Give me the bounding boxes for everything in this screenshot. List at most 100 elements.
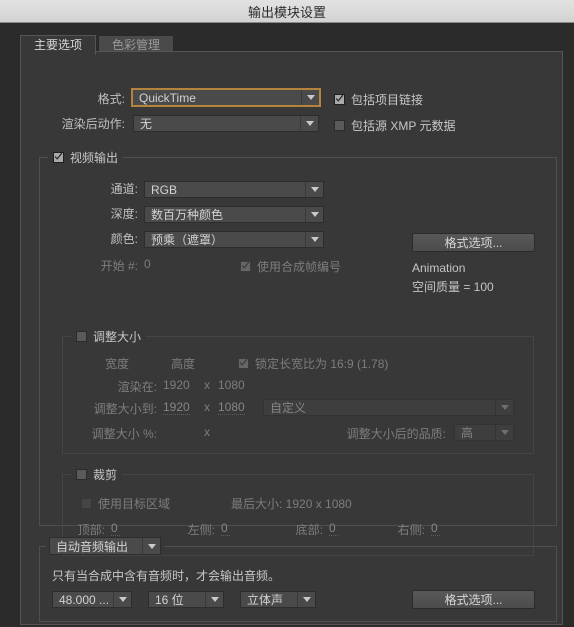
include-project-link-checkbox[interactable] xyxy=(334,94,345,105)
video-format-options-button[interactable]: 格式选项... xyxy=(412,233,535,252)
main-options-panel: 格式: QuickTime 包括项目链接 渲染后动作: 无 包括源 XMP 元数… xyxy=(20,51,563,625)
resize-to-height[interactable]: 1080 xyxy=(218,400,245,415)
crop-left-value[interactable]: 0 xyxy=(221,521,230,536)
depth-label: 深度: xyxy=(110,207,138,221)
audio-output-group: 自动音频输出 只有当合成中含有音频时，才会输出音频。 48.000 ... 16… xyxy=(39,537,557,622)
render-at-label: 渲染在: xyxy=(117,380,157,394)
audio-bit-depth-dropdown[interactable]: 16 位 xyxy=(148,591,224,608)
video-output-group: 视频输出 通道: RGB 深度: 数百万种颜色 颜色: 预乘（遮罩） 开始 #:… xyxy=(39,150,557,556)
resize-quality-value: 高 xyxy=(461,426,474,440)
resize-group: 调整大小 宽度 高度 锁定长宽比为 16:9 (1.78) 渲染在: 1920 … xyxy=(62,329,534,454)
use-target-region-checkbox[interactable] xyxy=(81,498,92,509)
start-frame-value[interactable]: 0 xyxy=(144,257,151,271)
crop-left-label: 左侧: xyxy=(187,523,215,537)
render-at-row: 渲染在: 1920 x 1080 xyxy=(63,378,533,394)
resize-preset-value: 自定义 xyxy=(270,401,307,415)
resize-to-label: 调整大小到: xyxy=(93,402,157,416)
include-xmp-row[interactable]: 包括源 XMP 元数据 xyxy=(334,117,455,134)
chevron-down-icon xyxy=(205,592,223,607)
video-output-legend-label: 视频输出 xyxy=(70,150,119,165)
include-xmp-label: 包括源 XMP 元数据 xyxy=(351,119,456,133)
crop-top-value[interactable]: 0 xyxy=(111,521,120,536)
depth-dropdown[interactable]: 数百万种颜色 xyxy=(144,206,324,223)
crop-top-label: 顶部: xyxy=(77,523,105,537)
video-format-options-label: 格式选项... xyxy=(444,236,503,250)
chevron-down-icon xyxy=(305,182,323,197)
render-at-width: 1920 xyxy=(163,378,190,392)
include-project-link-row[interactable]: 包括项目链接 xyxy=(334,91,423,108)
resize-percent-separator: x xyxy=(204,425,210,439)
depth-row: 深度: 数百万种颜色 xyxy=(40,205,556,224)
audio-format-options-label: 格式选项... xyxy=(444,593,503,607)
audio-output-mode-dropdown[interactable]: 自动音频输出 xyxy=(49,537,161,555)
crop-right-value[interactable]: 0 xyxy=(431,521,440,536)
channels-row: 通道: RGB xyxy=(40,180,556,199)
final-size-label: 最后大小: 1920 x 1080 xyxy=(231,497,352,511)
lock-aspect-ratio-row[interactable]: 锁定长宽比为 16:9 (1.78) xyxy=(238,355,388,372)
crop-legend-label: 裁剪 xyxy=(93,467,118,482)
chevron-down-icon xyxy=(113,592,131,607)
use-target-region-row[interactable]: 使用目标区域 xyxy=(81,495,170,512)
audio-format-options-button[interactable]: 格式选项... xyxy=(412,590,535,609)
resize-legend-label: 调整大小 xyxy=(93,329,142,344)
video-output-legend[interactable]: 视频输出 xyxy=(48,150,124,165)
codec-name: Animation xyxy=(412,261,466,275)
channels-dropdown[interactable]: RGB xyxy=(144,181,324,198)
post-render-action-row: 渲染后动作: 无 包括源 XMP 元数据 xyxy=(21,114,562,133)
format-dropdown[interactable]: QuickTime xyxy=(131,88,321,107)
color-dropdown[interactable]: 预乘（遮罩） xyxy=(144,231,324,248)
tab-main-options[interactable]: 主要选项 xyxy=(20,35,97,55)
channels-value: RGB xyxy=(151,182,178,197)
include-project-link-label: 包括项目链接 xyxy=(351,93,424,107)
window-titlebar: 输出模块设置 xyxy=(0,0,574,23)
crop-legend[interactable]: 裁剪 xyxy=(71,467,123,482)
channels-label: 通道: xyxy=(110,182,138,196)
tab-main-options-label: 主要选项 xyxy=(34,38,83,52)
check-icon xyxy=(241,261,250,269)
use-comp-frame-number-label: 使用合成帧编号 xyxy=(257,260,342,274)
include-xmp-checkbox[interactable] xyxy=(334,120,345,131)
window-title: 输出模块设置 xyxy=(247,4,326,20)
resize-quality-dropdown[interactable]: 高 xyxy=(454,424,514,441)
audio-sample-rate-dropdown[interactable]: 48.000 ... xyxy=(52,591,132,608)
depth-value: 数百万种颜色 xyxy=(151,208,224,222)
resize-preset-dropdown[interactable]: 自定义 xyxy=(263,399,514,416)
format-row: 格式: QuickTime 包括项目链接 xyxy=(21,88,562,108)
resize-height-header: 高度 xyxy=(170,357,195,371)
post-render-action-dropdown[interactable]: 无 xyxy=(133,115,319,132)
resize-percent-label: 调整大小 %: xyxy=(91,427,157,441)
check-icon xyxy=(54,152,63,160)
resize-to-row: 调整大小到: 1920 x 1080 自定义 xyxy=(63,399,533,418)
resize-to-width[interactable]: 1920 xyxy=(163,400,190,415)
audio-output-mode-value: 自动音频输出 xyxy=(56,539,129,554)
post-render-action-value: 无 xyxy=(140,117,153,131)
use-comp-frame-number-checkbox[interactable] xyxy=(240,261,251,272)
audio-sample-rate-value: 48.000 ... xyxy=(59,592,110,607)
start-frame-label: 开始 #: xyxy=(100,259,138,273)
format-label: 格式: xyxy=(97,91,125,106)
chevron-down-icon xyxy=(297,592,315,607)
resize-to-separator: x xyxy=(204,400,210,414)
audio-output-legend: 自动音频输出 xyxy=(46,537,164,555)
crop-bottom-value[interactable]: 0 xyxy=(329,521,338,536)
use-comp-frame-number-row[interactable]: 使用合成帧编号 xyxy=(240,258,341,275)
render-at-separator: x xyxy=(204,378,210,392)
resize-width-header: 宽度 xyxy=(104,357,129,371)
audio-channels-dropdown[interactable]: 立体声 xyxy=(240,591,316,608)
lock-aspect-ratio-checkbox[interactable] xyxy=(238,358,249,369)
use-target-region-label: 使用目标区域 xyxy=(98,497,171,511)
video-output-checkbox[interactable] xyxy=(53,151,64,163)
audio-channels-value: 立体声 xyxy=(247,593,284,607)
audio-bit-depth-value: 16 位 xyxy=(155,593,184,607)
chevron-down-icon xyxy=(305,232,323,247)
resize-legend[interactable]: 调整大小 xyxy=(71,329,147,344)
lock-aspect-ratio-label: 锁定长宽比为 16:9 (1.78) xyxy=(255,357,389,371)
resize-checkbox[interactable] xyxy=(76,330,87,342)
panel-content: 格式: QuickTime 包括项目链接 渲染后动作: 无 包括源 XMP 元数… xyxy=(21,52,562,624)
crop-checkbox[interactable] xyxy=(76,468,87,480)
check-icon xyxy=(239,358,248,366)
chevron-down-icon xyxy=(305,207,323,222)
chevron-down-icon xyxy=(300,116,318,131)
crop-bottom-label: 底部: xyxy=(295,523,323,537)
crop-right-label: 右侧: xyxy=(397,523,425,537)
